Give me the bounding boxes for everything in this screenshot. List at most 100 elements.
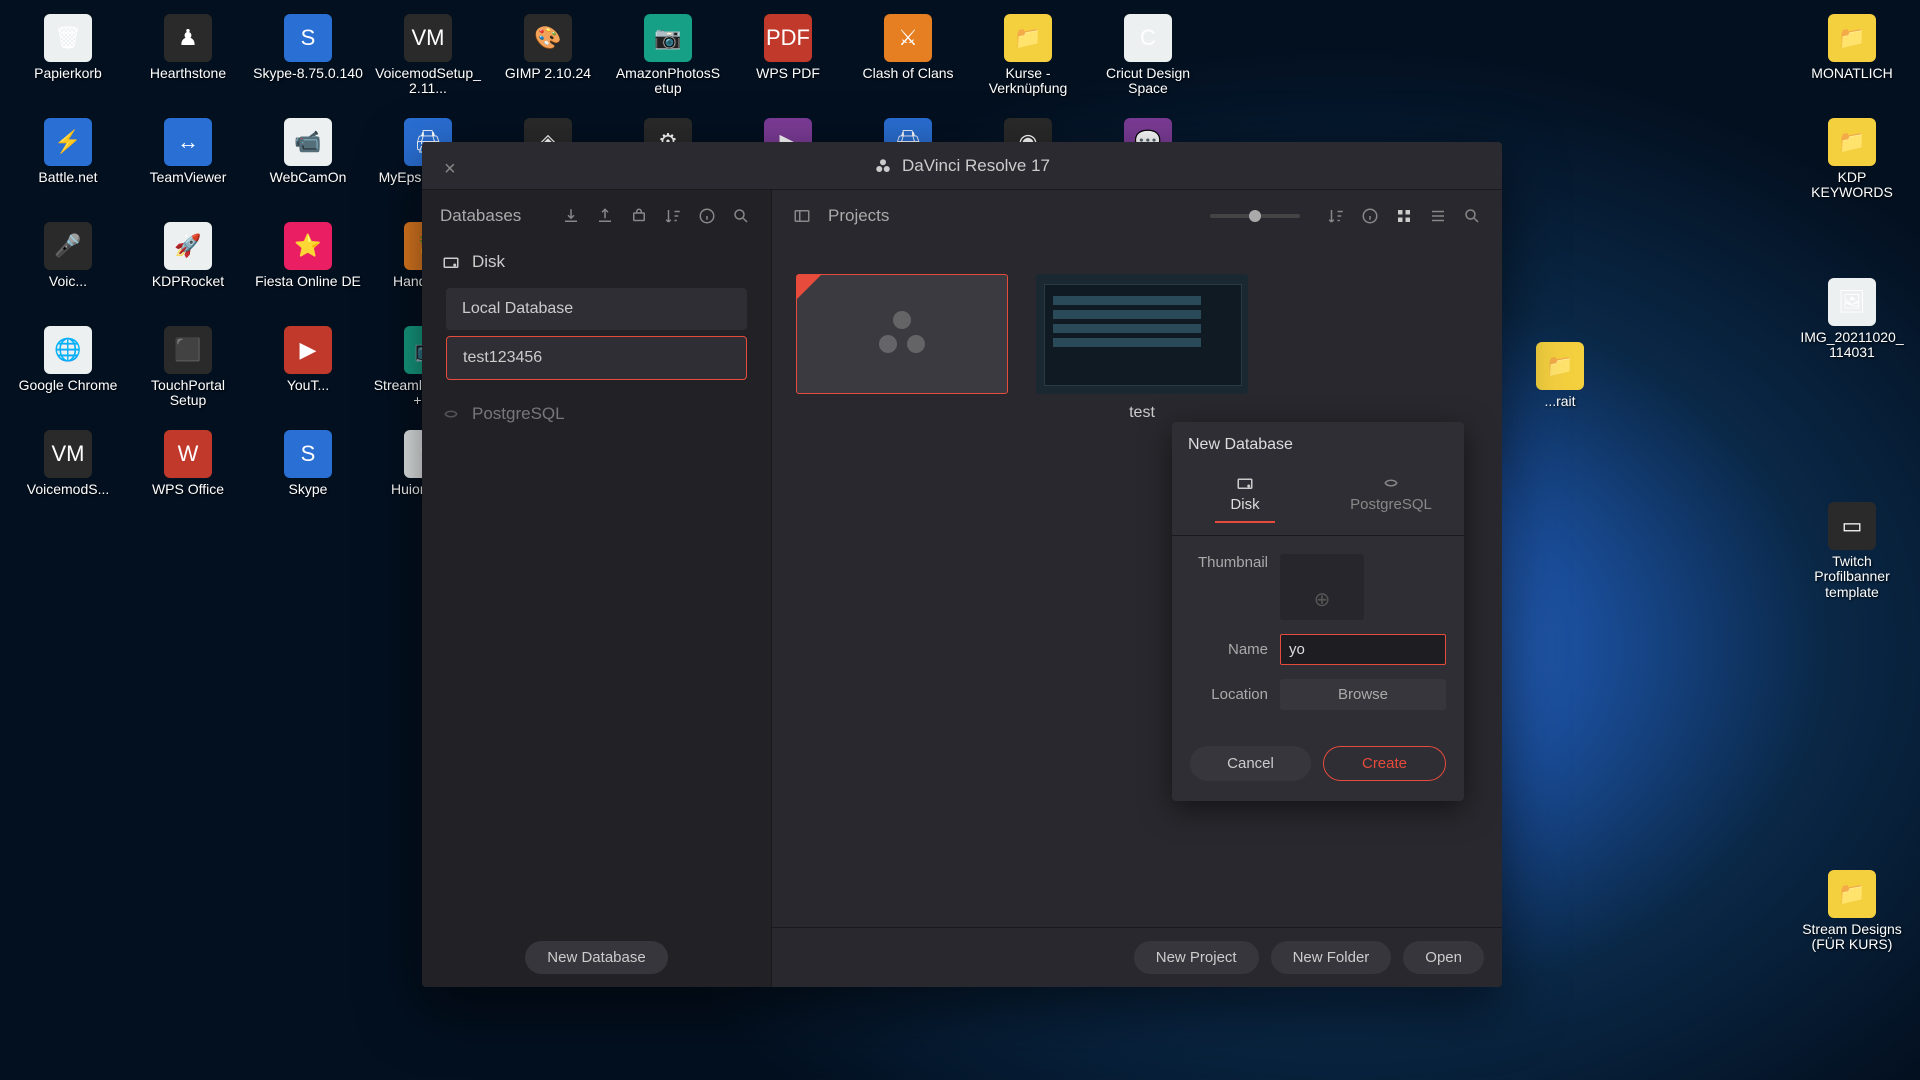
desktop-icon[interactable]: 🖼IMG_20211020_114031	[1792, 272, 1912, 376]
dialog-title: New Database	[1172, 422, 1464, 464]
search-icon[interactable]	[729, 204, 753, 228]
app-icon: 📁	[1828, 14, 1876, 62]
tab-disk[interactable]: Disk	[1172, 464, 1318, 535]
desktop-icon-label: Voic...	[49, 274, 87, 289]
desktop-icon[interactable]: 🚀 KDPRocket	[128, 216, 248, 320]
thumbnail-label: Thumbnail	[1190, 554, 1268, 571]
desktop-icon-label: Skype	[289, 482, 328, 497]
desktop-icon-label: ...rait	[1544, 394, 1575, 409]
desktop-icon[interactable]: 📁Stream Designs (FÜR KURS)	[1792, 864, 1912, 968]
desktop-icon[interactable]: 🎨GIMP 2.10.24	[488, 8, 608, 112]
desktop-icon[interactable]: 📁MONATLICH	[1792, 8, 1912, 112]
disk-icon	[442, 253, 460, 271]
grid-view-icon[interactable]	[1392, 204, 1416, 228]
app-icon: 🚀	[164, 222, 212, 270]
window-titlebar[interactable]: × DaVinci Resolve 17	[422, 142, 1502, 190]
new-folder-button[interactable]: New Folder	[1271, 941, 1392, 974]
desktop-icon[interactable]: S Skype	[248, 424, 368, 528]
desktop-icon[interactable]: 📹WebCamOn	[248, 112, 368, 216]
databases-header: Databases	[422, 190, 771, 242]
open-button[interactable]: Open	[1403, 941, 1484, 974]
desktop-icon[interactable]: ♟Hearthstone	[128, 8, 248, 112]
desktop-icon[interactable]: ⬛TouchPortal Setup	[128, 320, 248, 424]
thumbnail-picker[interactable]: ⊕	[1280, 554, 1364, 620]
projects-label: Projects	[828, 206, 889, 226]
app-icon: 📁	[1004, 14, 1052, 62]
desktop-icon-partial[interactable]: 📁 ...rait	[1500, 336, 1620, 440]
desktop-icon[interactable]: ⭐Fiesta Online DE	[248, 216, 368, 320]
database-item[interactable]: test123456	[446, 336, 747, 380]
desktop-icon-label: Papierkorb	[34, 66, 102, 81]
info-icon[interactable]	[695, 204, 719, 228]
desktop-icon[interactable]: S Skype-8.75.0.140	[248, 8, 368, 112]
sidebar-toggle-icon[interactable]	[790, 204, 814, 228]
desktop-icon[interactable]: ▭Twitch Profilbanner template	[1792, 496, 1912, 600]
postgres-group-header[interactable]: PostgreSQL	[434, 394, 759, 434]
db-import-icon[interactable]	[559, 204, 583, 228]
desktop-icon[interactable]: ⚔Clash of Clans	[848, 8, 968, 112]
desktop-icon[interactable]: ⚡Battle.net	[8, 112, 128, 216]
new-database-button[interactable]: New Database	[525, 941, 667, 974]
app-icon: 📹	[284, 118, 332, 166]
search-icon[interactable]	[1460, 204, 1484, 228]
desktop-icon[interactable]: 🌐Google Chrome	[8, 320, 128, 424]
browse-button[interactable]: Browse	[1280, 679, 1446, 710]
desktop-icon[interactable]: 📁KDP KEYWORDS	[1792, 112, 1912, 216]
folder-icon: 📁	[1536, 342, 1584, 390]
databases-panel: Databases Disk Local Databasetest123456 …	[422, 190, 772, 987]
app-icon: ▭	[1828, 502, 1876, 550]
desktop-icon[interactable]: 📁Kurse - Verknüpfung	[968, 8, 1088, 112]
desktop-icon-label: IMG_20211020_114031	[1797, 330, 1907, 361]
name-label: Name	[1190, 641, 1268, 658]
desktop-icon[interactable]: ↔TeamViewer	[128, 112, 248, 216]
desktop-icon[interactable]: VMVoicemodSetup_2.11...	[368, 8, 488, 112]
list-view-icon[interactable]	[1426, 204, 1450, 228]
database-item[interactable]: Local Database	[446, 288, 747, 330]
desktop-icon-label: Hearthstone	[150, 66, 226, 81]
disk-group-header[interactable]: Disk	[434, 242, 759, 282]
davinci-project-manager-window: × DaVinci Resolve 17 Databases	[422, 142, 1502, 987]
app-icon: S	[284, 14, 332, 62]
project-card-untitled[interactable]	[796, 274, 1008, 895]
postgres-group-label: PostgreSQL	[472, 404, 565, 424]
desktop-icon[interactable]: 🗑Papierkorb	[8, 8, 128, 112]
project-thumbnail[interactable]	[796, 274, 1008, 394]
sort-icon[interactable]	[661, 204, 685, 228]
app-icon: VM	[404, 14, 452, 62]
desktop-icon-label: KDPRocket	[152, 274, 224, 289]
project-thumbnail[interactable]	[1036, 274, 1248, 394]
desktop-icon[interactable]: 🎤 Voic...	[8, 216, 128, 320]
cancel-button[interactable]: Cancel	[1190, 746, 1311, 781]
app-icon: 🎤	[44, 222, 92, 270]
desktop-icon[interactable]: ▶YouT...	[248, 320, 368, 424]
zoom-slider[interactable]	[1210, 214, 1300, 218]
desktop-icon[interactable]: 📷AmazonPhotosSetup	[608, 8, 728, 112]
desktop-icon-label: WPS Office	[152, 482, 224, 497]
desktop-icon-label: VoicemodS...	[27, 482, 110, 497]
desktop-icon[interactable]: VMVoicemodS...	[8, 424, 128, 528]
new-project-button[interactable]: New Project	[1134, 941, 1259, 974]
app-icon: ⚡	[44, 118, 92, 166]
projects-panel: Projects	[772, 190, 1502, 987]
desktop-icon-label: Cricut Design Space	[1093, 66, 1203, 97]
app-icon: S	[284, 430, 332, 478]
app-icon: 📁	[1828, 118, 1876, 166]
tab-postgresql[interactable]: PostgreSQL	[1318, 464, 1464, 535]
close-icon[interactable]: ×	[444, 158, 458, 172]
desktop-icon[interactable]: WWPS Office	[128, 424, 248, 528]
desktop-icon-label: Clash of Clans	[862, 66, 953, 81]
info-icon[interactable]	[1358, 204, 1382, 228]
create-button[interactable]: Create	[1323, 746, 1446, 781]
tab-disk-label: Disk	[1230, 496, 1259, 513]
desktop-icon[interactable]: PDFWPS PDF	[728, 8, 848, 112]
desktop-icon[interactable]: CCricut Design Space	[1088, 8, 1208, 112]
desktop-icon-label: AmazonPhotosSetup	[613, 66, 723, 97]
window-title-text: DaVinci Resolve 17	[902, 156, 1050, 176]
sort-icon[interactable]	[1324, 204, 1348, 228]
desktop-icon-label: Skype-8.75.0.140	[253, 66, 363, 81]
desktop-icon-label: TouchPortal Setup	[133, 378, 243, 409]
name-input[interactable]	[1280, 634, 1446, 665]
desktop-icon-label: YouT...	[287, 378, 329, 393]
db-export-icon[interactable]	[593, 204, 617, 228]
db-link-icon[interactable]	[627, 204, 651, 228]
